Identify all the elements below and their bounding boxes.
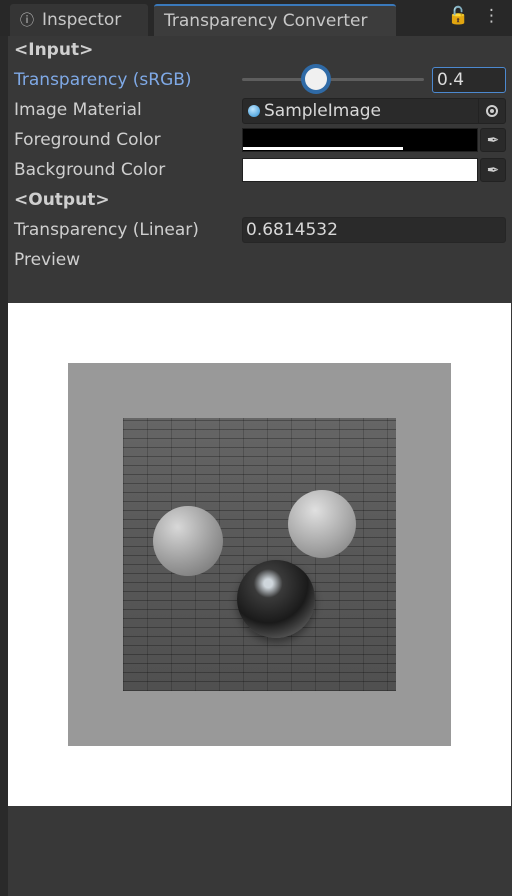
object-picker-button[interactable] <box>478 99 505 123</box>
left-edge <box>0 36 8 896</box>
tab-inspector-label: Inspector <box>42 10 122 30</box>
tab-transparency-converter[interactable]: Transparency Converter <box>154 4 396 36</box>
transparency-srgb-label: Transparency (sRGB) <box>14 70 192 90</box>
image-material-label: Image Material <box>14 100 142 120</box>
output-header: <Output> <box>14 190 110 210</box>
lock-icon[interactable]: 🔓 <box>448 6 469 26</box>
tab-bar: ⓘ Inspector Transparency Converter 🔓 ⋮ <box>0 0 512 36</box>
tab-converter-label: Transparency Converter <box>164 11 368 31</box>
preview-panel <box>8 303 511 806</box>
tab-tools: 🔓 ⋮ <box>448 6 500 26</box>
background-eyedropper-button[interactable]: ✒ <box>480 158 506 182</box>
eyedropper-icon: ✒ <box>486 161 500 179</box>
background-color-field[interactable] <box>242 158 478 182</box>
transparency-linear-label: Transparency (Linear) <box>14 220 199 240</box>
material-icon <box>248 105 260 117</box>
transparency-slider-track[interactable] <box>242 78 424 81</box>
foreground-eyedropper-button[interactable]: ✒ <box>480 128 506 152</box>
left-sphere <box>153 506 223 576</box>
preview-label: Preview <box>14 250 81 270</box>
center-chrome-sphere <box>237 560 315 638</box>
image-material-field[interactable]: SampleImage <box>242 98 506 124</box>
transparency-linear-field[interactable]: 0.6814532 <box>242 217 506 243</box>
tab-inspector[interactable]: ⓘ Inspector <box>10 4 148 36</box>
foreground-color-field[interactable] <box>242 128 478 152</box>
eyedropper-icon: ✒ <box>486 131 500 149</box>
foreground-color-label: Foreground Color <box>14 130 161 150</box>
transparency-srgb-input[interactable]: 0.4 <box>432 67 506 93</box>
right-sphere <box>288 490 356 558</box>
preview-image <box>123 418 396 691</box>
background-color-label: Background Color <box>14 160 166 180</box>
preview-transparency-backdrop <box>68 363 451 746</box>
image-material-value: SampleImage <box>264 101 381 121</box>
transparency-slider-handle[interactable] <box>305 68 327 90</box>
info-icon: ⓘ <box>20 13 34 29</box>
object-picker-icon <box>486 105 498 117</box>
kebab-menu-icon[interactable]: ⋮ <box>483 6 500 26</box>
input-header: <Input> <box>14 40 94 60</box>
foreground-alpha-bar <box>243 147 403 150</box>
